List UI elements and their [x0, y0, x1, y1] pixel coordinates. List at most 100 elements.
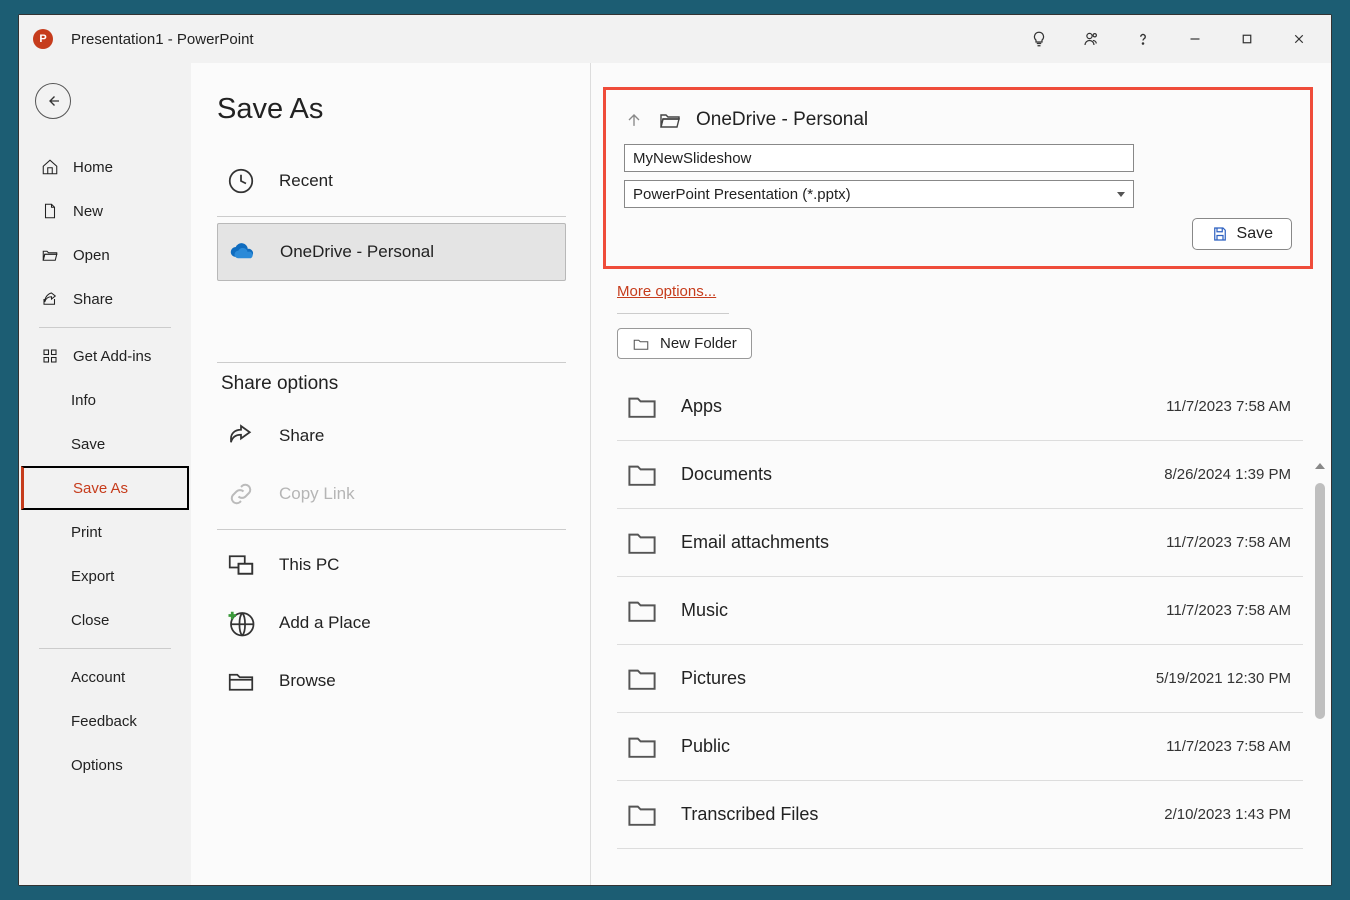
back-button[interactable]	[35, 83, 71, 119]
folder-icon	[625, 597, 659, 625]
folder-row[interactable]: Transcribed Files 2/10/2023 1:43 PM	[617, 781, 1303, 849]
new-folder-label: New Folder	[660, 335, 737, 352]
folder-row[interactable]: Email attachments11/7/2023 7:58 AM	[617, 509, 1303, 577]
new-folder-icon	[632, 336, 650, 352]
folder-icon	[625, 393, 659, 421]
loc-onedrive[interactable]: OneDrive - Personal	[217, 223, 566, 281]
loc-recent-label: Recent	[279, 171, 333, 191]
folder-icon	[625, 801, 659, 829]
folder-date: 11/7/2023 7:58 AM	[1166, 398, 1291, 415]
folder-open-icon	[658, 108, 682, 132]
share-share-label: Share	[279, 426, 324, 446]
folder-date: 11/7/2023 7:58 AM	[1166, 602, 1291, 619]
folder-icon	[625, 665, 659, 693]
folder-name: Transcribed Files	[681, 804, 1142, 825]
nav-export[interactable]: Export	[19, 554, 191, 598]
folder-name: Email attachments	[681, 532, 1144, 553]
folder-open-icon	[41, 246, 59, 264]
new-folder-button[interactable]: New Folder	[617, 328, 752, 359]
nav-feedback[interactable]: Feedback	[19, 699, 191, 743]
share-arrow-icon	[225, 420, 257, 452]
loc-thispc-label: This PC	[279, 555, 339, 575]
nav-open[interactable]: Open	[19, 233, 191, 277]
nav-addins-label: Get Add-ins	[73, 348, 151, 365]
folder-icon	[625, 733, 659, 761]
loc-addplace-label: Add a Place	[279, 613, 371, 633]
folder-list: Apps 11/7/2023 7:58 AM Documents 8/26/2024 …	[617, 373, 1303, 849]
folder-date: 2/10/2023 1:43 PM	[1164, 806, 1291, 823]
backstage-nav: Home New Open Share Get Add-ins Info Sav…	[19, 63, 191, 885]
loc-recent[interactable]: Recent	[217, 152, 566, 210]
loc-browse[interactable]: Browse	[217, 652, 566, 710]
maximize-button[interactable]	[1221, 17, 1273, 61]
nav-account[interactable]: Account	[19, 655, 191, 699]
file-icon	[41, 202, 59, 220]
folder-row[interactable]: Pictures 5/19/2021 12:30 PM	[617, 645, 1303, 713]
account-icon[interactable]	[1065, 17, 1117, 61]
share-share[interactable]: Share	[217, 407, 566, 465]
nav-saveas[interactable]: Save As	[21, 466, 189, 510]
scrollbar[interactable]	[1315, 459, 1325, 885]
nav-home[interactable]: Home	[19, 145, 191, 189]
folder-icon	[625, 461, 659, 489]
locations-panel: Save As Recent OneDrive - Personal Share…	[191, 63, 591, 885]
scrollbar-up-icon[interactable]	[1315, 463, 1325, 473]
nav-home-label: Home	[73, 159, 113, 176]
folder-row[interactable]: Documents 8/26/2024 1:39 PM	[617, 441, 1303, 509]
folder-date: 11/7/2023 7:58 AM	[1166, 738, 1291, 755]
nav-new-label: New	[73, 203, 103, 220]
scrollbar-thumb[interactable]	[1315, 483, 1325, 719]
save-icon	[1211, 225, 1229, 243]
loc-thispc[interactable]: This PC	[217, 536, 566, 594]
home-icon	[41, 158, 59, 176]
filetype-select[interactable]: PowerPoint Presentation (*.pptx)	[624, 180, 1134, 208]
globe-plus-icon	[225, 607, 257, 639]
nav-options[interactable]: Options	[19, 743, 191, 787]
link-icon	[225, 478, 257, 510]
folder-icon	[225, 665, 257, 697]
more-options-link[interactable]: More options...	[617, 283, 716, 300]
folder-name: Documents	[681, 464, 1142, 485]
loc-addplace[interactable]: Add a Place	[217, 594, 566, 652]
share-icon	[41, 290, 59, 308]
folder-row[interactable]: Public 11/7/2023 7:58 AM	[617, 713, 1303, 781]
main-panel: OneDrive - Personal PowerPoint Presentat…	[591, 63, 1331, 885]
nav-share[interactable]: Share	[19, 277, 191, 321]
save-button[interactable]: Save	[1192, 218, 1292, 250]
nav-new[interactable]: New	[19, 189, 191, 233]
folder-name: Apps	[681, 396, 1144, 417]
folder-name: Public	[681, 736, 1144, 757]
thispc-icon	[225, 549, 257, 581]
filename-input[interactable]	[624, 144, 1134, 172]
addins-icon	[41, 347, 59, 365]
folder-icon	[625, 529, 659, 557]
close-button[interactable]	[1273, 17, 1325, 61]
breadcrumb-path[interactable]: OneDrive - Personal	[696, 109, 868, 131]
minimize-button[interactable]	[1169, 17, 1221, 61]
nav-save[interactable]: Save	[19, 422, 191, 466]
nav-addins[interactable]: Get Add-ins	[19, 334, 191, 378]
folder-row[interactable]: Apps 11/7/2023 7:58 AM	[617, 373, 1303, 441]
save-highlight-box: OneDrive - Personal PowerPoint Presentat…	[603, 87, 1313, 269]
window-title: Presentation1 - PowerPoint	[71, 31, 254, 48]
title-bar: P Presentation1 - PowerPoint	[19, 15, 1331, 63]
folder-name: Music	[681, 600, 1144, 621]
folder-name: Pictures	[681, 668, 1134, 689]
help-icon[interactable]	[1117, 17, 1169, 61]
folder-row[interactable]: Music 11/7/2023 7:58 AM	[617, 577, 1303, 645]
folder-date: 5/19/2021 12:30 PM	[1156, 670, 1291, 687]
loc-onedrive-label: OneDrive - Personal	[280, 242, 434, 262]
loc-browse-label: Browse	[279, 671, 336, 691]
powerpoint-app-icon: P	[33, 29, 53, 49]
page-title: Save As	[217, 93, 566, 126]
up-arrow-icon[interactable]	[624, 110, 644, 130]
nav-info[interactable]: Info	[19, 378, 191, 422]
share-options-title: Share options	[221, 373, 566, 395]
folder-date: 8/26/2024 1:39 PM	[1164, 466, 1291, 483]
share-copylink-label: Copy Link	[279, 484, 355, 504]
nav-close[interactable]: Close	[19, 598, 191, 642]
nav-print[interactable]: Print	[19, 510, 191, 554]
tips-icon[interactable]	[1013, 17, 1065, 61]
nav-open-label: Open	[73, 247, 110, 264]
nav-share-label: Share	[73, 291, 113, 308]
